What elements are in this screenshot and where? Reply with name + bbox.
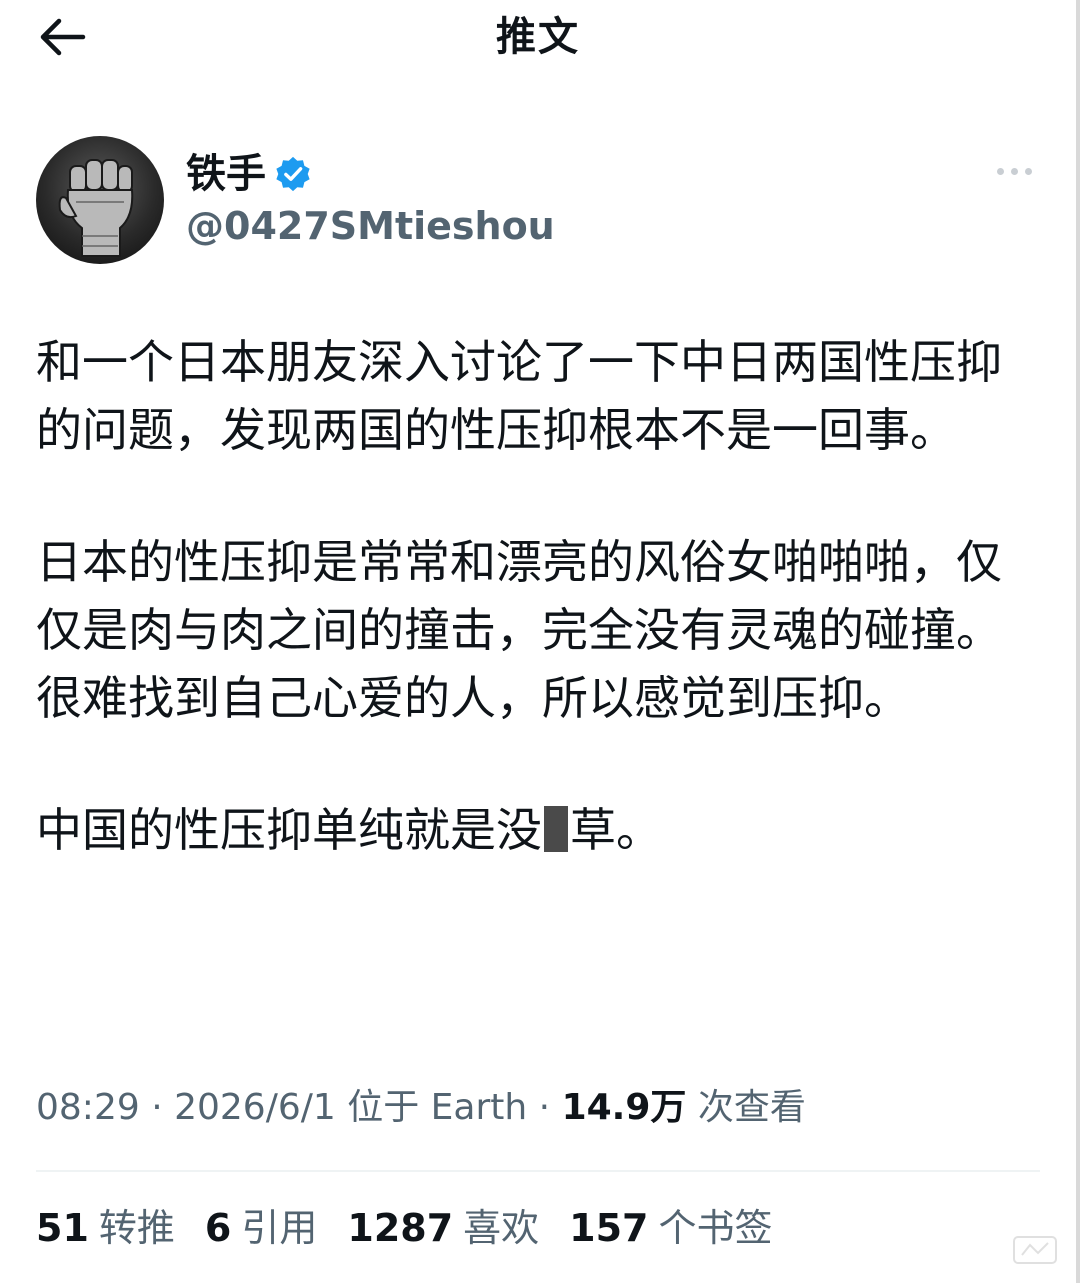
redaction-mark	[544, 806, 568, 852]
retweets-count: 51	[36, 1206, 89, 1250]
watermark-icon	[1013, 1236, 1057, 1264]
author-handle[interactable]: @0427SMtieshou	[186, 200, 555, 252]
meta-separator: ·	[527, 1087, 562, 1128]
avatar[interactable]	[36, 136, 164, 264]
retweets-label: 转推	[98, 1206, 175, 1250]
meta-separator: ·	[139, 1087, 175, 1128]
tweet-date[interactable]: 2026/6/1	[174, 1087, 336, 1128]
views-count: 14.9万	[561, 1087, 687, 1128]
more-dot-icon	[1024, 167, 1032, 175]
page-title: 推文	[496, 14, 580, 60]
bookmarks-count: 157	[569, 1206, 649, 1250]
tweet-meta: 08:29 · 2026/6/1 位于 Earth · 14.9万 次查看	[36, 1080, 806, 1136]
verified-badge-icon	[276, 156, 310, 192]
more-options-button[interactable]	[984, 156, 1044, 186]
tweet-text: 和一个日本朋友深入讨论了一下中日两国性压抑的问题，发现两国的性压抑根本不是一回事…	[36, 328, 1036, 928]
likes-count: 1287	[347, 1206, 454, 1250]
tweet-paragraph-3: 中国的性压抑单纯就是没 草。	[36, 796, 1036, 864]
views-label: 次查看	[686, 1087, 806, 1128]
author-name-row[interactable]: 铁手	[186, 148, 312, 200]
location-prefix: 位于	[335, 1087, 431, 1128]
retweets-stat[interactable]: 51 转推	[36, 1198, 175, 1258]
tweet-paragraph-3-end: 草。	[570, 803, 662, 857]
quotes-label: 引用	[241, 1206, 318, 1250]
tweet-location: Earth	[430, 1087, 528, 1128]
tweet-paragraph-1: 和一个日本朋友深入讨论了一下中日两国性压抑的问题，发现两国的性压抑根本不是一回事…	[36, 335, 1002, 457]
tweet-paragraph-3-start: 中国的性压抑单纯就是没	[36, 803, 542, 857]
top-bar: 推文	[0, 0, 1076, 80]
tweet-paragraph-2: 日本的性压抑是常常和漂亮的风俗女啪啪啪，仅仅是肉与肉之间的撞击，完全没有灵魂的碰…	[36, 535, 1002, 725]
engagement-stats: 51 转推 6 引用 1287 喜欢 157 个书签	[36, 1198, 773, 1258]
author-display-name[interactable]: 铁手	[186, 150, 266, 198]
bookmarks-label: 个书签	[658, 1206, 773, 1250]
likes-stat[interactable]: 1287 喜欢	[347, 1198, 539, 1258]
fist-avatar-icon	[58, 159, 134, 257]
more-dot-icon	[996, 167, 1004, 175]
likes-label: 喜欢	[463, 1206, 540, 1250]
bookmarks-stat[interactable]: 157 个书签	[569, 1198, 772, 1258]
quotes-stat[interactable]: 6 引用	[205, 1198, 317, 1258]
more-dot-icon	[1010, 167, 1018, 175]
divider	[36, 1170, 1040, 1172]
tweet-page: 推文 铁手 @0427SMtieshou 和一个日本朋友深入讨论了一下中日两国性…	[0, 0, 1080, 1283]
quotes-count: 6	[204, 1206, 232, 1250]
tweet-time[interactable]: 08:29	[36, 1087, 140, 1128]
